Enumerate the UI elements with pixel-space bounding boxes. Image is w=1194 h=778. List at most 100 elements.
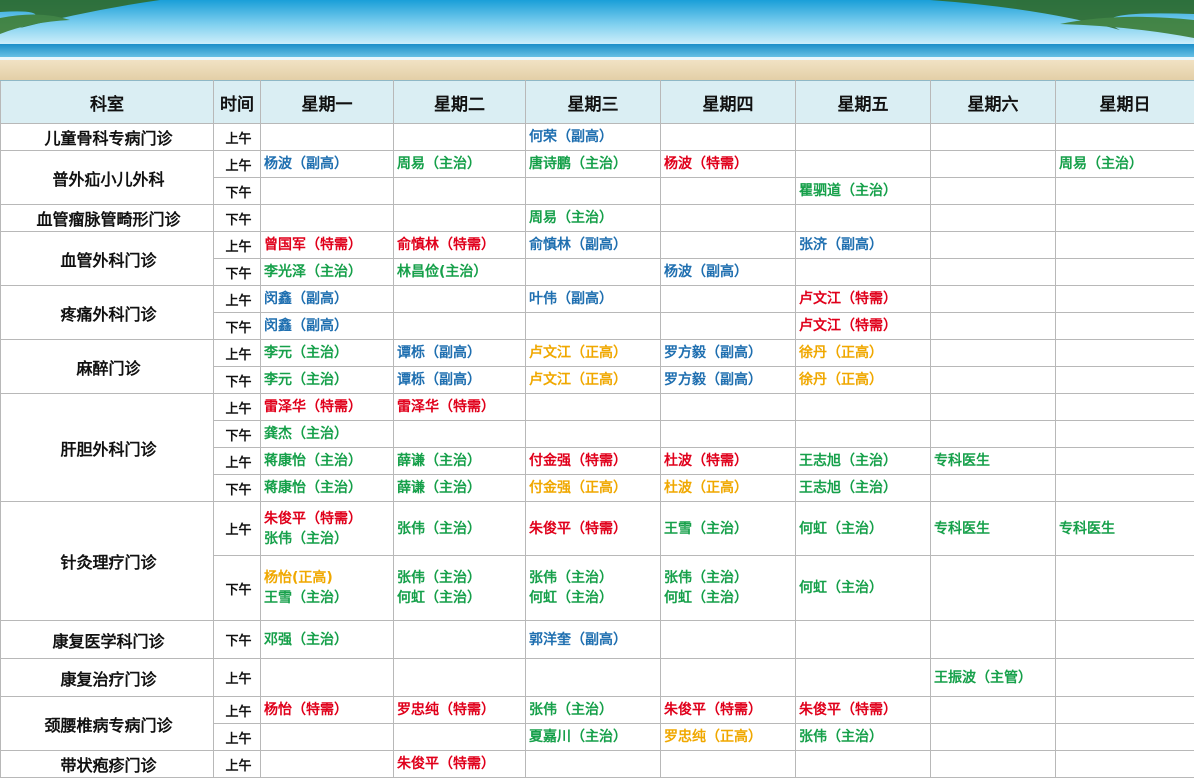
doctor-entry: 杨波（副高） xyxy=(264,154,393,174)
schedule-cell xyxy=(796,621,931,659)
schedule-cell: 王振波（主管） xyxy=(931,659,1056,697)
schedule-cell: 李元（主治） xyxy=(261,367,394,394)
department-name: 肝胆外科门诊 xyxy=(1,394,214,502)
schedule-cell: 张济（副高） xyxy=(796,232,931,259)
doctor-entry: 蒋康怡（主治） xyxy=(264,451,393,471)
schedule-cell: 何虹（主治） xyxy=(796,502,931,556)
doctor-entry: 周易（主治） xyxy=(1059,154,1194,174)
schedule-cell xyxy=(931,232,1056,259)
schedule-cell: 曾国军（特需） xyxy=(261,232,394,259)
table-row: 血管瘤脉管畸形门诊下午周易（主治） xyxy=(1,205,1194,232)
schedule-cell xyxy=(931,205,1056,232)
schedule-cell: 张伟（主治） xyxy=(526,697,661,724)
schedule-cell xyxy=(931,286,1056,313)
time-slot: 上午 xyxy=(214,751,261,778)
schedule-cell xyxy=(796,151,931,178)
doctor-entry: 雷泽华（特需） xyxy=(397,397,525,417)
doctor-entry: 罗忠纯（正高） xyxy=(664,727,795,747)
schedule-cell xyxy=(526,259,661,286)
schedule-cell xyxy=(261,724,394,751)
schedule-cell: 郭洋奎（副高） xyxy=(526,621,661,659)
time-slot: 上午 xyxy=(214,286,261,313)
doctor-entry: 俞慎林（特需） xyxy=(397,235,525,255)
schedule-cell xyxy=(261,205,394,232)
schedule-cell xyxy=(661,659,796,697)
beach-banner xyxy=(0,0,1194,80)
schedule-cell xyxy=(1056,421,1194,448)
schedule-cell: 谭栎（副高） xyxy=(394,340,526,367)
schedule-cell xyxy=(796,421,931,448)
schedule-cell: 蒋康怡（主治） xyxy=(261,475,394,502)
schedule-cell: 瞿驷道（主治） xyxy=(796,178,931,205)
department-name: 血管瘤脉管畸形门诊 xyxy=(1,205,214,232)
schedule-cell xyxy=(931,340,1056,367)
time-slot: 上午 xyxy=(214,232,261,259)
department-name: 针灸理疗门诊 xyxy=(1,502,214,621)
schedule-cell: 徐丹（正高） xyxy=(796,340,931,367)
schedule-cell: 谭栎（副高） xyxy=(394,367,526,394)
doctor-entry: 杨波（副高） xyxy=(664,262,795,282)
schedule-cell: 唐诗鹏（主治） xyxy=(526,151,661,178)
schedule-cell xyxy=(526,394,661,421)
column-header: 时间 xyxy=(214,81,261,124)
doctor-entry: 薛谦（主治） xyxy=(397,478,525,498)
schedule-cell: 张伟（主治） xyxy=(796,724,931,751)
schedule-cell: 徐丹（正高） xyxy=(796,367,931,394)
doctor-entry: 林昌俭(主治） xyxy=(397,262,525,282)
schedule-cell xyxy=(1056,394,1194,421)
schedule-cell xyxy=(931,259,1056,286)
schedule-cell xyxy=(1056,286,1194,313)
time-slot: 下午 xyxy=(214,621,261,659)
schedule-cell xyxy=(1056,367,1194,394)
doctor-entry: 王雪（主治） xyxy=(664,519,795,539)
column-header: 星期四 xyxy=(661,81,796,124)
schedule-cell: 夏嘉川（主治） xyxy=(526,724,661,751)
schedule-cell xyxy=(661,178,796,205)
schedule-cell xyxy=(931,697,1056,724)
doctor-entry: 李光泽（主治） xyxy=(264,262,393,282)
time-slot: 下午 xyxy=(214,178,261,205)
schedule-cell xyxy=(931,178,1056,205)
schedule-cell xyxy=(796,124,931,151)
schedule-cell xyxy=(1056,448,1194,475)
schedule-cell xyxy=(931,724,1056,751)
table-row: 康复治疗门诊上午王振波（主管） xyxy=(1,659,1194,697)
doctor-entry: 卢文江（特需） xyxy=(799,289,930,309)
doctor-entry: 王志旭（主治） xyxy=(799,478,930,498)
doctor-entry: 何虹（主治） xyxy=(397,588,525,608)
schedule-cell: 俞慎林（副高） xyxy=(526,232,661,259)
doctor-entry: 李元（主治） xyxy=(264,343,393,363)
doctor-entry: 杜波（正高） xyxy=(664,478,795,498)
doctor-entry: 张伟（主治） xyxy=(664,568,795,588)
doctor-entry: 何虹（主治） xyxy=(529,588,660,608)
schedule-cell xyxy=(394,124,526,151)
time-slot: 上午 xyxy=(214,151,261,178)
schedule-cell: 付金强（正高） xyxy=(526,475,661,502)
department-name: 儿童骨科专病门诊 xyxy=(1,124,214,151)
schedule-cell: 林昌俭(主治） xyxy=(394,259,526,286)
schedule-cell: 杨怡（特需） xyxy=(261,697,394,724)
schedule-cell xyxy=(661,313,796,340)
doctor-entry: 卢文江（特需） xyxy=(799,316,930,336)
schedule-cell: 李元（主治） xyxy=(261,340,394,367)
doctor-entry: 张伟（主治） xyxy=(397,568,525,588)
schedule-cell xyxy=(1056,178,1194,205)
schedule-cell: 周易（主治） xyxy=(394,151,526,178)
doctor-entry: 谭栎（副高） xyxy=(397,343,525,363)
schedule-cell: 卢文江（正高） xyxy=(526,340,661,367)
schedule-cell: 付金强（特需） xyxy=(526,448,661,475)
doctor-entry: 张伟（主治） xyxy=(529,700,660,720)
schedule-cell: 杨波（特需） xyxy=(661,151,796,178)
schedule-cell: 张伟（主治）何虹（主治） xyxy=(661,556,796,621)
schedule-cell xyxy=(261,178,394,205)
schedule-cell xyxy=(1056,259,1194,286)
table-row: 肝胆外科门诊上午雷泽华（特需）雷泽华（特需） xyxy=(1,394,1194,421)
doctor-entry: 俞慎林（副高） xyxy=(529,235,660,255)
schedule-cell: 杨波（副高） xyxy=(261,151,394,178)
schedule-cell xyxy=(931,124,1056,151)
doctor-entry: 闵鑫（副高） xyxy=(264,289,393,309)
time-slot: 下午 xyxy=(214,421,261,448)
schedule-cell xyxy=(1056,313,1194,340)
schedule-cell: 王志旭（主治） xyxy=(796,448,931,475)
doctor-entry: 杨怡(正高) xyxy=(264,568,393,588)
